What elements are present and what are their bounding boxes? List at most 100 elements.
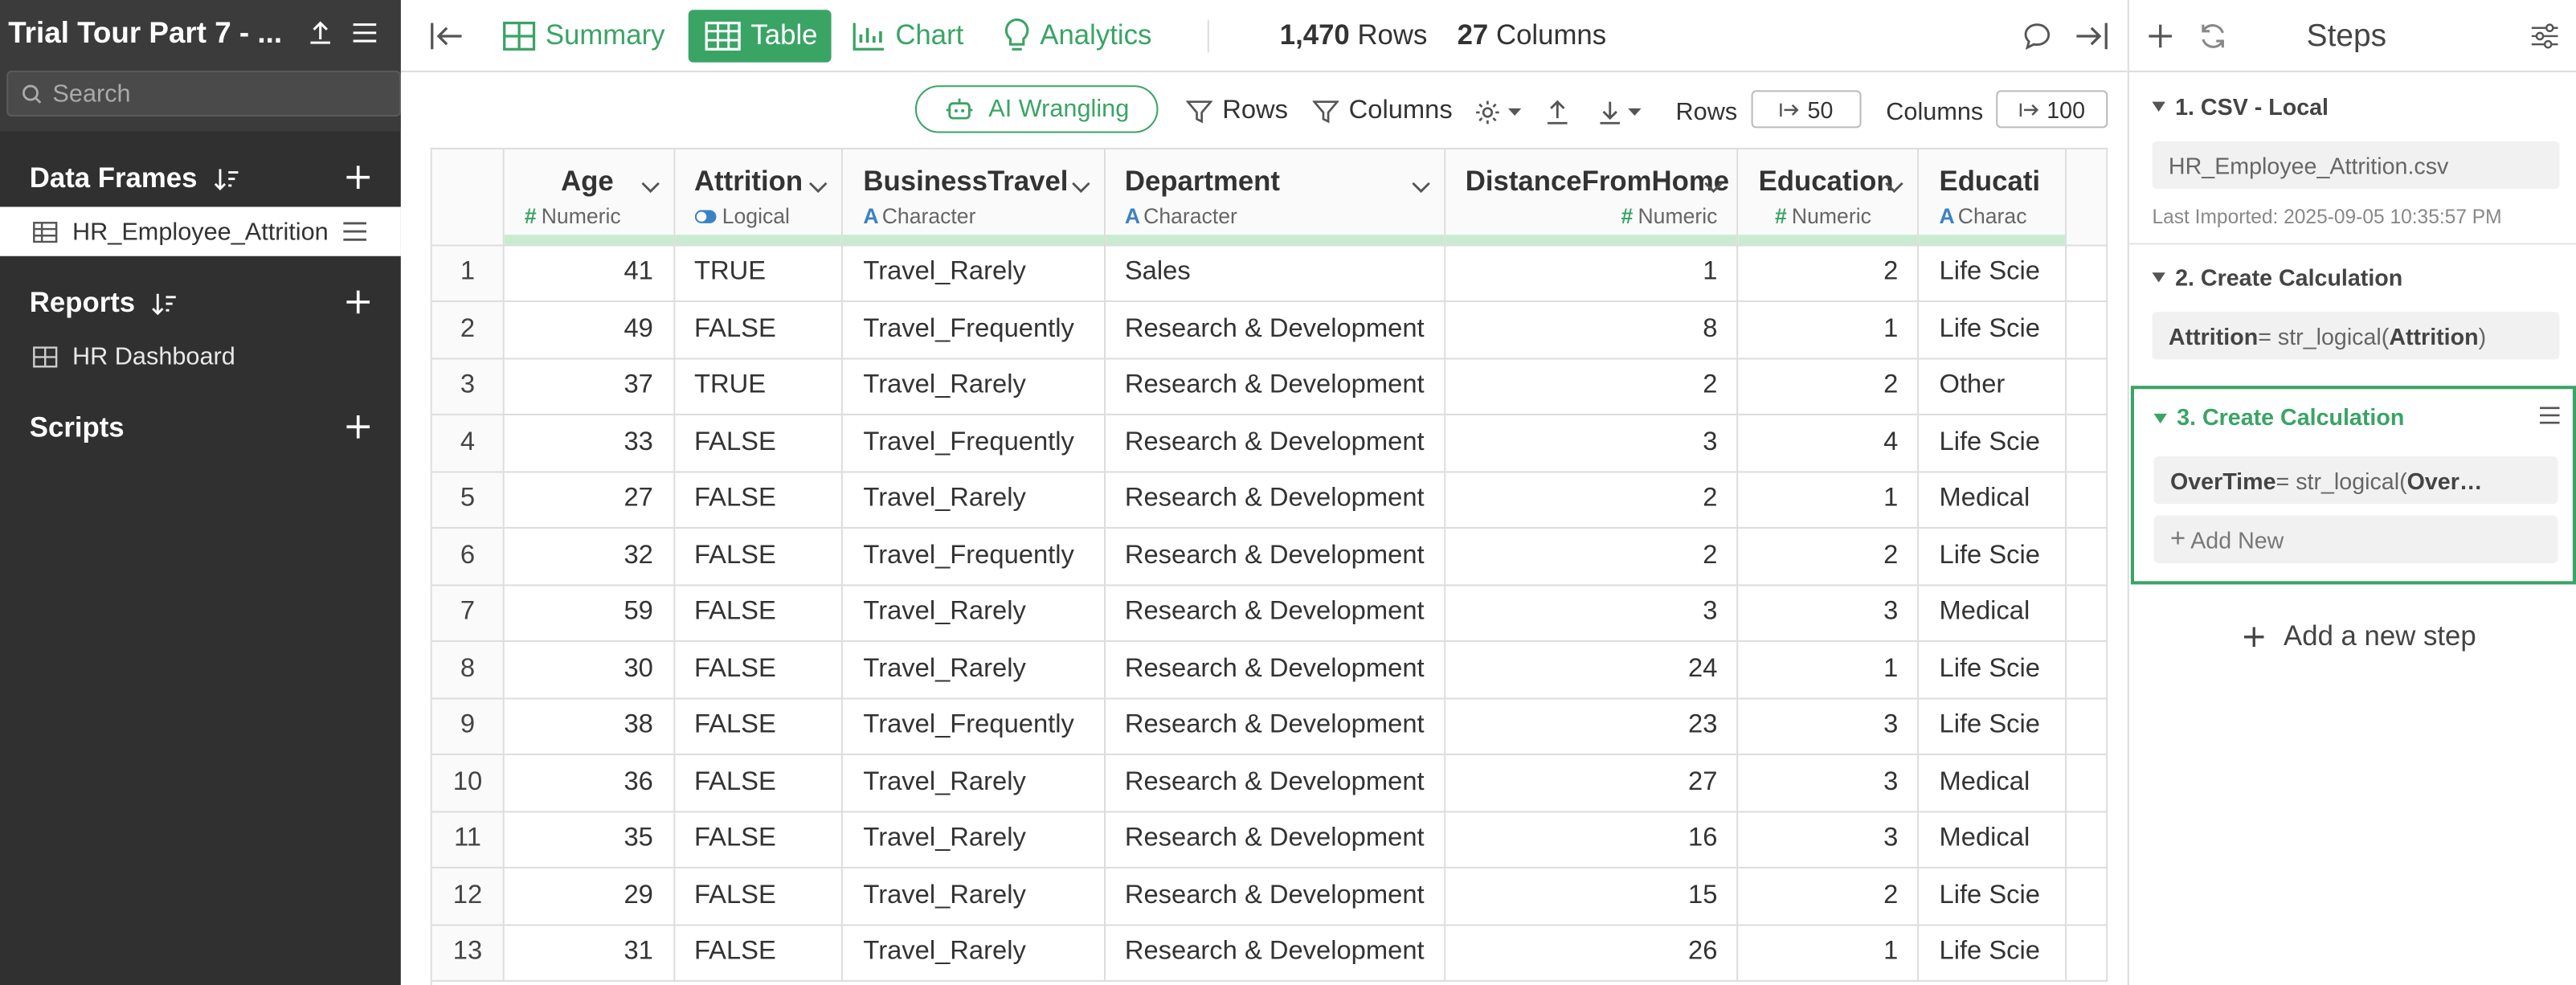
table-cell[interactable]: 1	[1738, 300, 1920, 359]
table-cell[interactable]: 1	[1738, 640, 1920, 699]
chevron-down-icon[interactable]	[1885, 173, 1905, 202]
table-cell[interactable]: TRUE	[673, 358, 844, 415]
table-cell[interactable]: Travel_Rarely	[842, 358, 1106, 415]
step-1-file[interactable]: HR_Employee_Attrition.csv	[2152, 141, 2560, 189]
table-cell[interactable]: Travel_Frequently	[842, 300, 1106, 359]
table-cell[interactable]: Research & Development	[1104, 811, 1446, 869]
table-cell[interactable]: 32	[504, 527, 675, 586]
table-cell[interactable]: Travel_Frequently	[842, 527, 1106, 586]
table-cell[interactable]: FALSE	[673, 640, 844, 699]
table-cell[interactable]: 35	[504, 811, 675, 869]
step-2-title[interactable]: 2. Create Calculation	[2175, 264, 2402, 291]
search-box[interactable]	[6, 70, 401, 117]
collapse-right-icon[interactable]	[2073, 20, 2109, 53]
table-cell[interactable]: Research & Development	[1104, 640, 1446, 699]
table-cell[interactable]: 8	[1445, 300, 1740, 359]
table-cell[interactable]: 1	[1445, 244, 1740, 302]
table-cell[interactable]: FALSE	[673, 471, 844, 529]
table-cell[interactable]: Travel_Frequently	[842, 414, 1106, 472]
tab-analytics[interactable]: Analytics	[1004, 10, 1167, 62]
step-3-title[interactable]: 3. Create Calculation	[2177, 404, 2404, 431]
rows-filter-button[interactable]: Rows	[1186, 92, 1288, 131]
table-cell[interactable]: 29	[504, 867, 675, 926]
add-new-button[interactable]: + Add New	[2153, 515, 2558, 563]
table-cell[interactable]: FALSE	[673, 811, 844, 869]
table-cell[interactable]: 27	[504, 471, 675, 529]
comment-icon[interactable]	[2022, 22, 2052, 51]
table-cell[interactable]: Life Scie	[1918, 527, 2067, 586]
step-2-expression[interactable]: Attrition = str_logical(Attrition)	[2152, 312, 2560, 360]
table-cell[interactable]: 16	[1445, 811, 1740, 869]
column-header-businesstravel[interactable]: BusinessTravel A Character	[842, 149, 1106, 246]
step-3-card[interactable]: 3. Create Calculation OverTime = str_log…	[2130, 386, 2576, 585]
table-cell[interactable]: 30	[504, 640, 675, 699]
table-cell[interactable]: Research & Development	[1104, 924, 1446, 982]
columns-filter-button[interactable]: Columns	[1312, 92, 1453, 131]
collapse-triangle-icon[interactable]	[2152, 101, 2165, 112]
table-cell[interactable]: Research & Development	[1104, 867, 1446, 926]
table-cell[interactable]: 37	[504, 358, 675, 415]
table-cell[interactable]: Medical	[1918, 811, 2067, 869]
table-cell[interactable]: TRUE	[673, 244, 844, 302]
table-cell[interactable]: 23	[1445, 697, 1740, 755]
table-cell[interactable]: 59	[504, 584, 675, 642]
table-cell[interactable]: 2	[1738, 358, 1920, 415]
import-dropdown[interactable]	[1598, 92, 1642, 131]
table-cell[interactable]: 1	[1738, 924, 1920, 982]
table-cell[interactable]: 3	[1738, 697, 1920, 755]
table-cell[interactable]: Life Scie	[1918, 640, 2067, 699]
table-cell[interactable]: 36	[504, 754, 675, 812]
table-cell[interactable]: 2	[1445, 527, 1740, 586]
table-cell[interactable]: Travel_Rarely	[842, 471, 1106, 529]
chevron-down-icon[interactable]	[1411, 173, 1431, 202]
tab-table[interactable]: Table	[688, 10, 832, 63]
export-button[interactable]	[1546, 92, 1569, 131]
add-new-step-button[interactable]: Add a new step	[2241, 620, 2476, 653]
search-input[interactable]	[52, 80, 382, 108]
table-cell[interactable]: 3	[1738, 584, 1920, 642]
table-cell[interactable]: 2	[1445, 471, 1740, 529]
columns-limit-input[interactable]: 100	[1996, 90, 2108, 129]
sliders-icon[interactable]	[2530, 22, 2560, 51]
tab-summary[interactable]: Summary	[503, 10, 671, 62]
step-menu-icon[interactable]	[2538, 406, 2562, 426]
add-step-icon[interactable]	[2144, 20, 2177, 53]
project-title[interactable]: Trial Tour Part 7 - ...	[8, 16, 297, 51]
table-cell[interactable]: Life Scie	[1918, 867, 2067, 926]
table-cell[interactable]: Life Scie	[1918, 300, 2067, 359]
table-cell[interactable]: Research & Development	[1104, 754, 1446, 812]
table-cell[interactable]: FALSE	[673, 867, 844, 926]
table-cell[interactable]: Travel_Rarely	[842, 584, 1106, 642]
refresh-icon[interactable]	[2197, 20, 2230, 53]
chevron-down-icon[interactable]	[1070, 173, 1090, 202]
table-cell[interactable]: 31	[504, 924, 675, 982]
table-cell[interactable]: 49	[504, 300, 675, 359]
add-report-icon[interactable]	[341, 286, 374, 319]
table-cell[interactable]: Travel_Rarely	[842, 754, 1106, 812]
table-cell[interactable]: 2	[1738, 527, 1920, 586]
table-cell[interactable]: Research & Development	[1104, 527, 1446, 586]
table-cell[interactable]: Life Scie	[1918, 924, 2067, 982]
table-cell[interactable]: 4	[1738, 414, 1920, 472]
chevron-down-icon[interactable]	[640, 173, 660, 202]
table-cell[interactable]: Life Scie	[1918, 414, 2067, 472]
table-cell[interactable]: 38	[504, 697, 675, 755]
table-cell[interactable]: Travel_Rarely	[842, 640, 1106, 699]
column-header-department[interactable]: Department A Character	[1104, 149, 1446, 246]
table-cell[interactable]: 2	[1445, 358, 1740, 415]
chevron-down-icon[interactable]	[1704, 173, 1724, 202]
table-cell[interactable]: 3	[1738, 754, 1920, 812]
settings-dropdown[interactable]	[1474, 92, 1523, 131]
chevron-down-icon[interactable]	[809, 173, 829, 202]
table-cell[interactable]: FALSE	[673, 754, 844, 812]
table-cell[interactable]: Travel_Rarely	[842, 244, 1106, 302]
table-cell[interactable]: Medical	[1918, 584, 2067, 642]
table-cell[interactable]: FALSE	[673, 300, 844, 359]
table-cell[interactable]: FALSE	[673, 584, 844, 642]
table-cell[interactable]: 2	[1738, 244, 1920, 302]
table-cell[interactable]: Travel_Rarely	[842, 867, 1106, 926]
table-cell[interactable]: Research & Development	[1104, 584, 1446, 642]
table-cell[interactable]: Research & Development	[1104, 358, 1446, 415]
column-header-educationfield[interactable]: Educati A Charac	[1918, 149, 2067, 246]
column-header-distancefromhome[interactable]: DistanceFromHome # Numeric	[1445, 149, 1740, 246]
